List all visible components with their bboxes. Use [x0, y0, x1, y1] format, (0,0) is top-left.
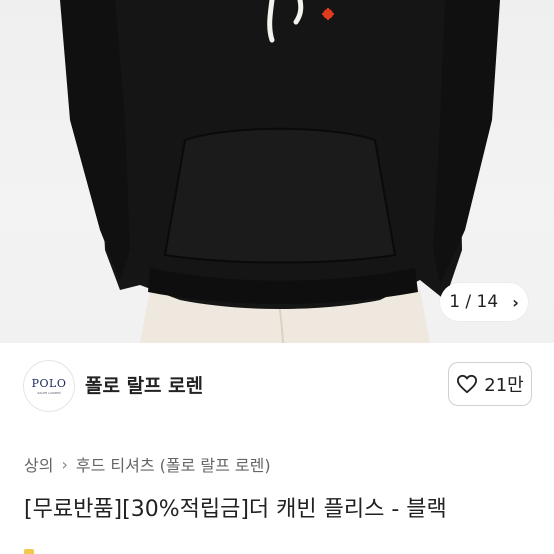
store-row[interactable]: POLO RALPH LAUREN 폴로 랄프 로렌 21만 [0, 352, 554, 416]
star-icon [24, 549, 34, 554]
heart-outline-icon [457, 374, 478, 394]
breadcrumb-item[interactable]: 상의 [24, 452, 53, 476]
product-title: [무료반품][30%적립금]더 캐빈 플리스 - 블랙 [24, 497, 447, 522]
image-counter-text: 1 / 14 [449, 292, 499, 312]
like-count: 21만 [484, 375, 524, 396]
store-logo[interactable]: POLO RALPH LAUREN [23, 360, 75, 412]
breadcrumb: 상의 › 후드 티셔츠 (폴로 랄프 로렌) [24, 452, 271, 476]
store-logo-text: POLO [31, 377, 67, 390]
like-button[interactable]: 21만 [448, 362, 532, 406]
product-image-gallery[interactable]: 1 / 14 › [0, 0, 554, 343]
breadcrumb-item[interactable]: 후드 티셔츠 (폴로 랄프 로렌) [76, 452, 271, 476]
chevron-right-icon[interactable]: › [512, 293, 519, 312]
store-name[interactable]: 폴로 랄프 로렌 [85, 371, 203, 398]
rating-stars-partial [24, 544, 224, 554]
store-logo-subtext: RALPH LAUREN [37, 391, 61, 395]
chevron-right-icon: › [61, 454, 68, 474]
image-counter[interactable]: 1 / 14 › [440, 283, 528, 321]
